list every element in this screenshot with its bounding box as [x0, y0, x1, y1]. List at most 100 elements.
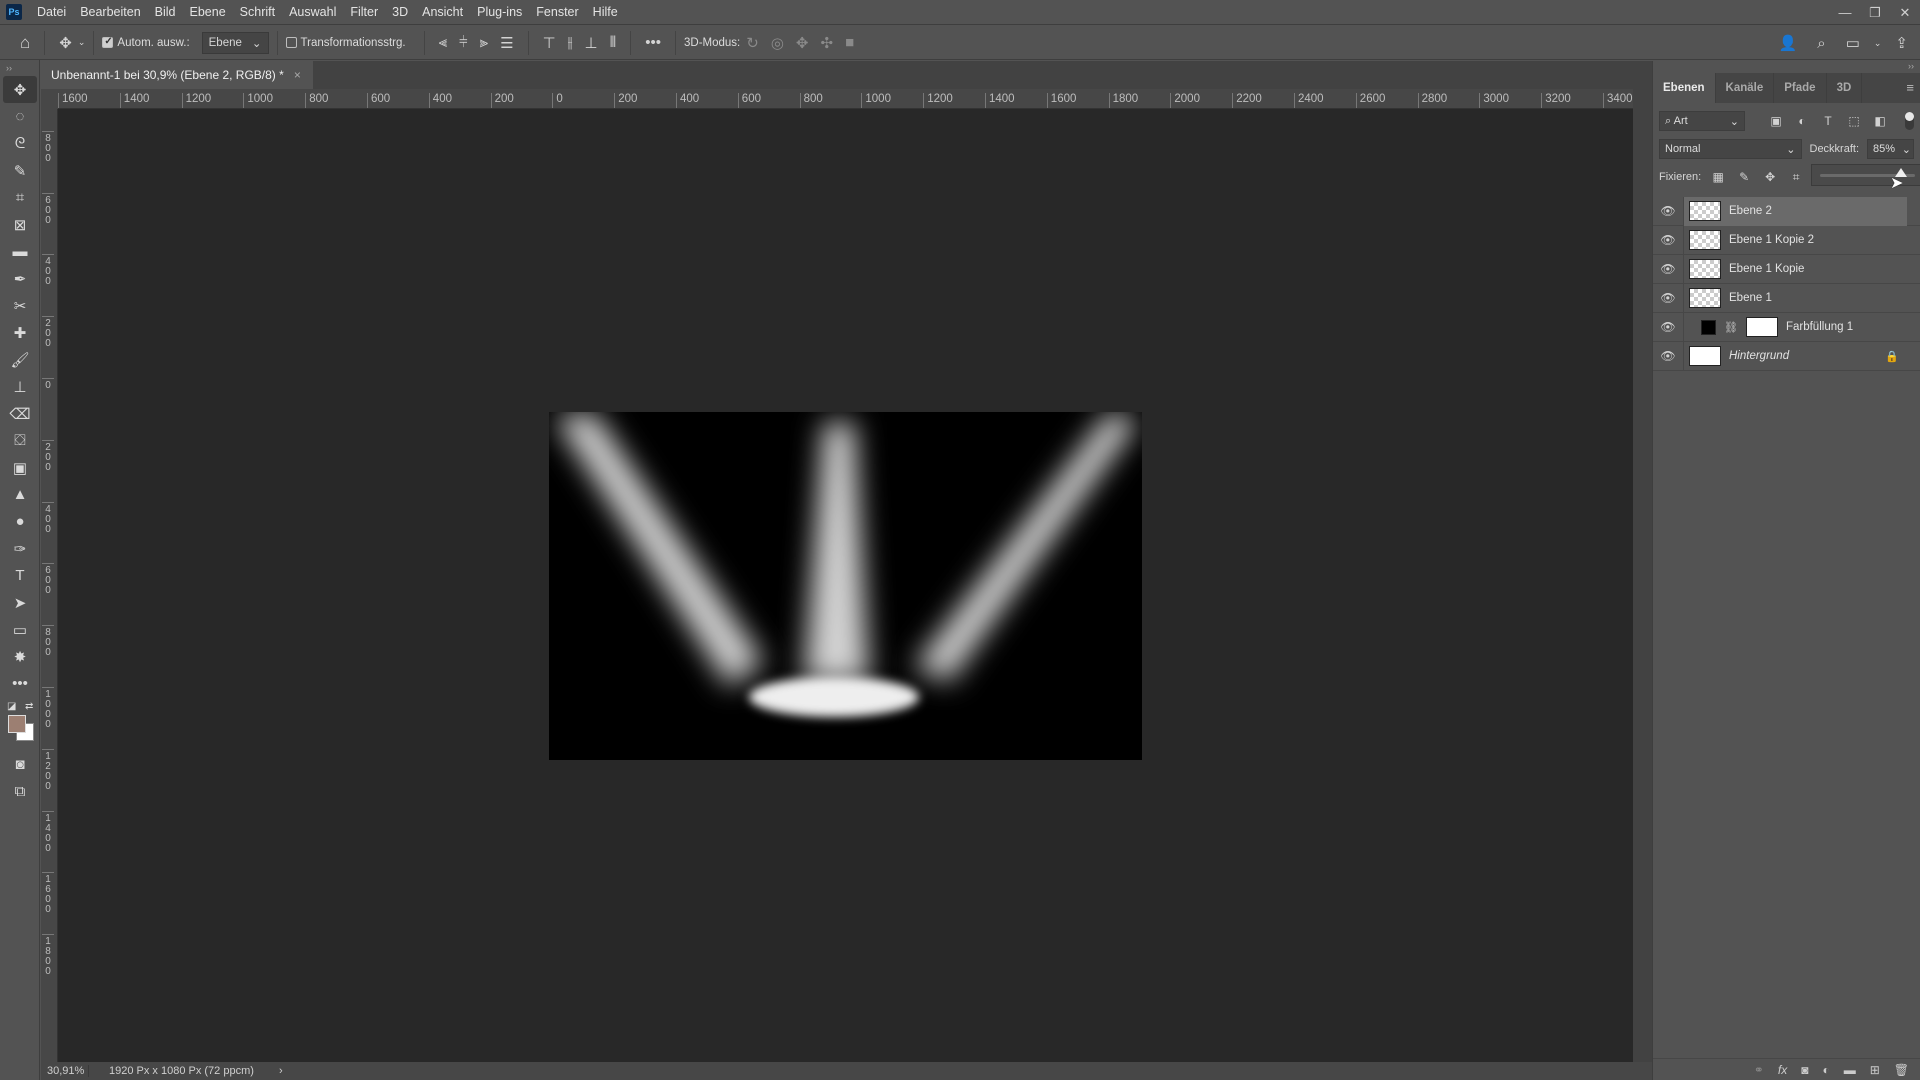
3d-pan-icon[interactable]: ✥	[790, 34, 815, 52]
status-menu-arrow[interactable]: ›	[279, 1065, 283, 1077]
lock-transparent-pixels-icon[interactable]: ▦	[1709, 170, 1727, 184]
fx-icon[interactable]: fx	[1778, 1063, 1787, 1077]
menu-hilfe[interactable]: Hilfe	[586, 5, 625, 19]
tab-pfade[interactable]: Pfade	[1774, 73, 1827, 103]
layer-row[interactable]: 👁 ⛓ Farbfüllung 1	[1653, 312, 1920, 342]
content-aware-move-tool-icon[interactable]: ✂	[3, 292, 37, 319]
lock-position-icon[interactable]: ✥	[1761, 170, 1779, 184]
link-layers-icon[interactable]: ⚭	[1754, 1063, 1764, 1077]
edit-toolbar-icon[interactable]: •••	[3, 670, 37, 697]
ruler-tool-icon[interactable]: ▬	[3, 238, 37, 265]
share-user-icon[interactable]: 👤	[1773, 34, 1804, 52]
lock-artboard-icon[interactable]: ⌗	[1787, 170, 1805, 185]
auto-select-checkbox[interactable]	[102, 36, 114, 48]
document-canvas-image[interactable]	[549, 412, 1142, 760]
screen-mode-icon[interactable]: ⧉	[3, 778, 37, 805]
document-tab[interactable]: Unbenannt-1 bei 30,9% (Ebene 2, RGB/8) *…	[41, 61, 313, 89]
sharpen-tool-icon[interactable]: ▲	[3, 481, 37, 508]
align-top-icon[interactable]: ⊤	[537, 34, 562, 52]
canvas-area[interactable]	[58, 109, 1633, 1062]
lock-image-pixels-icon[interactable]: ✎	[1735, 170, 1753, 184]
share-icon[interactable]: ⇪	[1889, 34, 1914, 52]
crop-tool-icon[interactable]: ⌗	[3, 184, 37, 211]
filter-shape-icon[interactable]: ⬚	[1845, 114, 1863, 128]
eyedropper-tool-icon[interactable]: ✒	[3, 265, 37, 292]
chevron-down-icon[interactable]: ⌄	[78, 37, 86, 48]
visibility-eye-icon[interactable]: 👁	[1653, 254, 1684, 284]
menu-ansicht[interactable]: Ansicht	[415, 5, 470, 19]
home-icon[interactable]: ⌂	[14, 33, 36, 53]
layer-row[interactable]: 👁 Hintergrund 🔒	[1653, 341, 1920, 371]
horizontal-ruler[interactable]: 1600 1400 1200 1000 800 600 400 200 0 200 400 600 80…	[58, 89, 1633, 109]
workspace-icon[interactable]: ▭	[1840, 34, 1866, 52]
chevron-down-icon[interactable]: ⌄	[1902, 143, 1911, 156]
transform-controls-checkbox[interactable]	[285, 37, 297, 48]
paint-bucket-tool-icon[interactable]: ⛋	[3, 427, 37, 454]
custom-shape-tool-icon[interactable]: ✸	[3, 643, 37, 670]
path-selection-tool-icon[interactable]: ➤	[3, 589, 37, 616]
pen-tool-icon[interactable]: ✑	[3, 535, 37, 562]
collapse-toolbar-icon[interactable]: ››	[0, 60, 39, 76]
align-middle-v-icon[interactable]: ⫲	[562, 34, 579, 51]
3d-orbit-icon[interactable]: ↻	[740, 34, 765, 52]
eraser-tool-icon[interactable]: ⌫	[3, 400, 37, 427]
lock-icon[interactable]: 🔒	[1885, 350, 1907, 363]
restore-button[interactable]: ❐	[1860, 0, 1890, 25]
type-tool-icon[interactable]: T	[3, 562, 37, 589]
filter-smart-object-icon[interactable]: ◧	[1871, 114, 1889, 128]
filter-type-icon[interactable]: T	[1819, 114, 1837, 128]
vertical-ruler[interactable]: 0800600400200020040060080010001200140016…	[41, 89, 58, 1062]
align-left-icon[interactable]: ⫷	[433, 34, 453, 51]
close-window-button[interactable]: ✕	[1890, 0, 1920, 25]
tab-3d[interactable]: 3D	[1827, 73, 1863, 103]
opacity-field[interactable]: 85% ⌄	[1867, 139, 1914, 159]
quick-mask-icon[interactable]: ◙	[3, 751, 37, 778]
move-tool-icon[interactable]: ✥	[3, 76, 37, 103]
3d-camera-icon[interactable]: ■	[839, 34, 860, 51]
visibility-eye-icon[interactable]: 👁	[1653, 341, 1684, 371]
chevron-down-icon[interactable]: ⌄	[1874, 38, 1882, 49]
add-mask-icon[interactable]: ◙	[1801, 1063, 1808, 1077]
distribute-horizontal-icon[interactable]: ⦀	[604, 34, 623, 51]
vertical-scrollbar[interactable]	[1633, 89, 1652, 1062]
adjustment-layer-icon[interactable]: ◐	[1822, 1063, 1829, 1077]
new-layer-icon[interactable]: ⊞	[1870, 1063, 1880, 1077]
menu-filter[interactable]: Filter	[343, 5, 385, 19]
distribute-vertical-icon[interactable]: ☰	[494, 34, 519, 52]
3d-roll-icon[interactable]: ◎	[765, 34, 790, 52]
filter-pixel-icon[interactable]: ▣	[1767, 114, 1785, 128]
visibility-eye-icon[interactable]: 👁	[1653, 283, 1684, 313]
brush-tool-icon[interactable]: 🖌	[3, 346, 37, 373]
menu-auswahl[interactable]: Auswahl	[282, 5, 343, 19]
ruler-origin[interactable]	[41, 89, 58, 109]
tab-kanaele[interactable]: Kanäle	[1716, 73, 1775, 103]
menu-bild[interactable]: Bild	[148, 5, 183, 19]
layer-row[interactable]: 👁 Ebene 2	[1653, 196, 1920, 226]
menu-fenster[interactable]: Fenster	[529, 5, 585, 19]
close-document-icon[interactable]: ×	[294, 68, 301, 82]
align-center-h-icon[interactable]: ⫩	[453, 34, 474, 51]
gradient-tool-icon[interactable]: ▣	[3, 454, 37, 481]
new-group-icon[interactable]: ▬	[1844, 1063, 1856, 1077]
menu-bearbeiten[interactable]: Bearbeiten	[73, 5, 147, 19]
visibility-eye-icon[interactable]: 👁	[1653, 196, 1684, 226]
rectangle-tool-icon[interactable]: ▭	[3, 616, 37, 643]
link-icon[interactable]: ⛓	[1724, 321, 1738, 334]
3d-slide-icon[interactable]: ✣	[815, 34, 840, 52]
swap-colors-icon[interactable]: ⇄	[25, 701, 33, 712]
search-icon[interactable]: ⌕	[1811, 35, 1831, 52]
menu-schrift[interactable]: Schrift	[233, 5, 282, 19]
blend-mode-dropdown[interactable]: Normal ⌄	[1659, 139, 1802, 159]
tab-ebenen[interactable]: Ebenen	[1653, 73, 1716, 103]
menu-3d[interactable]: 3D	[385, 5, 415, 19]
move-tool-preset-icon[interactable]: ✥	[53, 34, 78, 52]
default-colors-icon[interactable]: ◪	[7, 701, 16, 712]
filter-toggle[interactable]	[1905, 112, 1914, 130]
auto-select-target-dropdown[interactable]: Ebene ⌄	[201, 31, 269, 54]
more-options-button[interactable]: •••	[639, 34, 667, 51]
frame-tool-icon[interactable]: ⊠	[3, 211, 37, 238]
menu-datei[interactable]: Datei	[30, 5, 73, 19]
minimize-button[interactable]: —	[1830, 0, 1860, 25]
align-bottom-icon[interactable]: ⊥	[579, 34, 604, 52]
lasso-tool-icon[interactable]: ᘓ	[3, 130, 37, 157]
